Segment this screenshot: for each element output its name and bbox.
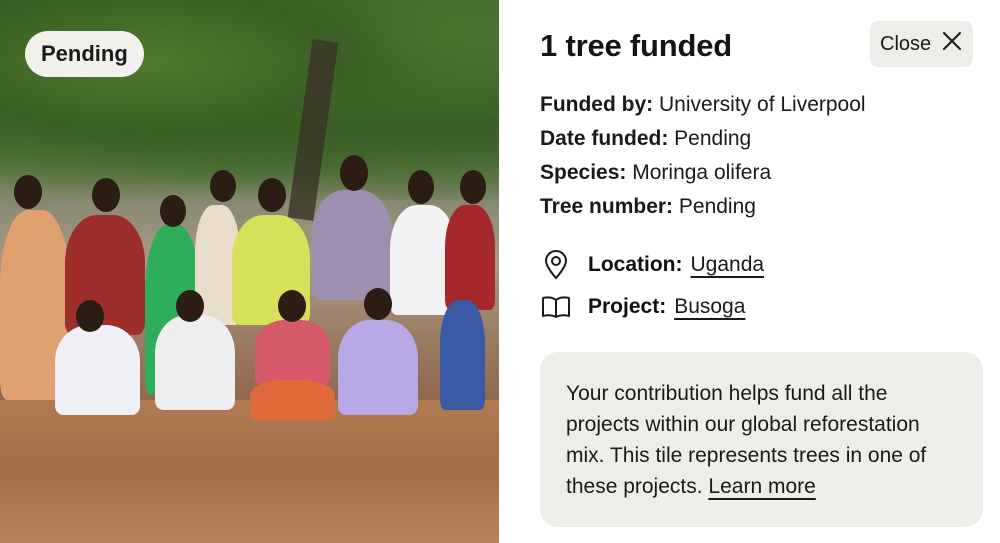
tree-details: Funded by: University of Liverpool Date … — [540, 88, 866, 224]
location-row: Location: Uganda — [540, 244, 764, 286]
species-row: Species: Moringa olifera — [540, 156, 866, 190]
detail-value: Pending — [678, 195, 756, 218]
map-pin-icon — [540, 249, 572, 281]
project-link[interactable]: Busoga — [674, 295, 745, 319]
location-link[interactable]: Uganda — [691, 253, 765, 277]
person — [338, 320, 418, 415]
person — [55, 325, 140, 415]
contribution-info: Your contribution helps fund all the pro… — [540, 352, 983, 527]
project-key: Project: — [588, 295, 667, 318]
close-label: Close — [880, 32, 932, 55]
ground — [0, 400, 499, 543]
funded-by-row: Funded by: University of Liverpool — [540, 88, 866, 122]
detail-key: Tree number: — [540, 195, 674, 218]
project-row: Project: Busoga — [540, 286, 764, 328]
detail-value: Pending — [674, 127, 752, 150]
person — [250, 380, 335, 420]
close-icon — [941, 30, 963, 58]
person — [440, 300, 485, 410]
panel-title: 1 tree funded — [540, 28, 733, 63]
person — [445, 205, 495, 310]
project-photo: Pending — [0, 0, 499, 543]
detail-value: University of Liverpool — [659, 93, 866, 116]
detail-value: Moringa olifera — [632, 161, 772, 184]
book-icon — [540, 291, 572, 323]
learn-more-link[interactable]: Learn more — [708, 475, 815, 498]
date-funded-row: Date funded: Pending — [540, 122, 866, 156]
close-button[interactable]: Close — [870, 21, 973, 67]
detail-key: Date funded: — [540, 127, 669, 150]
location-project: Location: Uganda Project: Busoga — [540, 244, 764, 328]
person — [255, 320, 330, 385]
person — [312, 190, 392, 300]
tree-detail-panel: 1 tree funded Close Funded by: Universit… — [499, 0, 1000, 543]
location-key: Location: — [588, 253, 683, 276]
person — [155, 315, 235, 410]
detail-key: Funded by: — [540, 93, 654, 116]
detail-key: Species: — [540, 161, 627, 184]
tree-number-row: Tree number: Pending — [540, 190, 866, 224]
status-badge: Pending — [25, 31, 144, 77]
